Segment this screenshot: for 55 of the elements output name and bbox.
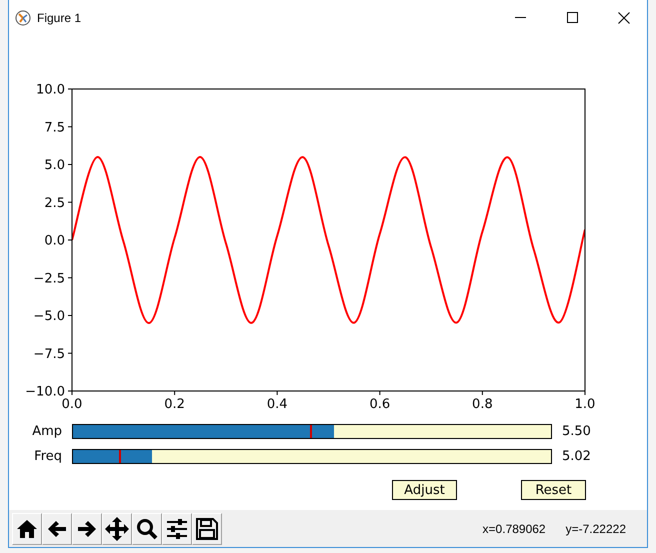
- toolbar-button[interactable]: [12, 512, 42, 544]
- y-tick-label: −10.0: [25, 384, 65, 400]
- tick-mark: [68, 126, 72, 128]
- tick-mark: [68, 202, 72, 203]
- y-tick-label: −5.0: [33, 309, 65, 324]
- left-arrow-icon: [46, 518, 68, 538]
- y-tick-label: −2.5: [33, 271, 65, 286]
- search-icon: [136, 518, 158, 540]
- y-tick-label: −7.5: [33, 346, 65, 362]
- home-icon: [16, 518, 38, 538]
- y-tick-label: 0.0: [44, 234, 65, 248]
- toolbar-button[interactable]: [192, 512, 222, 544]
- sliders-icon: [166, 518, 188, 540]
- x-tick-label: 0.4: [266, 397, 288, 412]
- maximize-icon: [566, 12, 578, 23]
- tick-mark: [276, 390, 278, 396]
- x-tick-label: 0.6: [369, 397, 390, 412]
- figure-button[interactable]: Reset: [521, 480, 586, 500]
- tick-mark: [68, 352, 72, 354]
- slider-label: Amp: [31, 424, 63, 439]
- minimize-icon: [514, 17, 526, 18]
- slider-value: 5.50: [562, 424, 591, 439]
- toolbar-button[interactable]: [102, 512, 132, 544]
- tick-mark: [68, 88, 72, 90]
- close-icon: [618, 12, 630, 24]
- window-title: Figure 1: [37, 10, 82, 24]
- x-tick-label: 0.2: [164, 397, 185, 412]
- app-icon: [15, 10, 31, 26]
- toolbar-button[interactable]: [132, 512, 162, 544]
- tick-mark: [68, 315, 72, 316]
- y-tick-label: 5.0: [44, 158, 65, 173]
- y-tick-label: 2.5: [44, 196, 65, 211]
- tick-mark: [68, 164, 72, 165]
- cursor-coordinate: y=-7.22222: [566, 522, 626, 536]
- x-tick-label: 0.8: [472, 397, 493, 412]
- tick-mark: [68, 277, 72, 278]
- y-tick-label: 10.0: [36, 82, 65, 98]
- tick-mark: [379, 390, 380, 396]
- right-arrow-icon: [76, 518, 98, 538]
- tick-mark: [584, 390, 586, 396]
- tick-mark: [482, 390, 483, 396]
- tick-mark: [174, 390, 176, 396]
- x-tick-label: 1.0: [574, 397, 596, 412]
- slider-value: 5.02: [562, 449, 591, 464]
- figure-button[interactable]: Adjust: [392, 480, 457, 500]
- x-tick-label: 0.0: [62, 397, 82, 412]
- move-arrows-icon: [105, 516, 129, 540]
- slider-track[interactable]: [72, 449, 552, 464]
- cursor-coordinate: x=0.789062: [482, 522, 546, 536]
- slider-track[interactable]: [72, 424, 552, 439]
- y-tick-label: 7.5: [44, 120, 65, 136]
- toolbar-button[interactable]: [162, 512, 192, 544]
- toolbar-button[interactable]: [42, 512, 72, 544]
- slider-label: Freq: [33, 449, 63, 464]
- toolbar-button[interactable]: [72, 512, 102, 544]
